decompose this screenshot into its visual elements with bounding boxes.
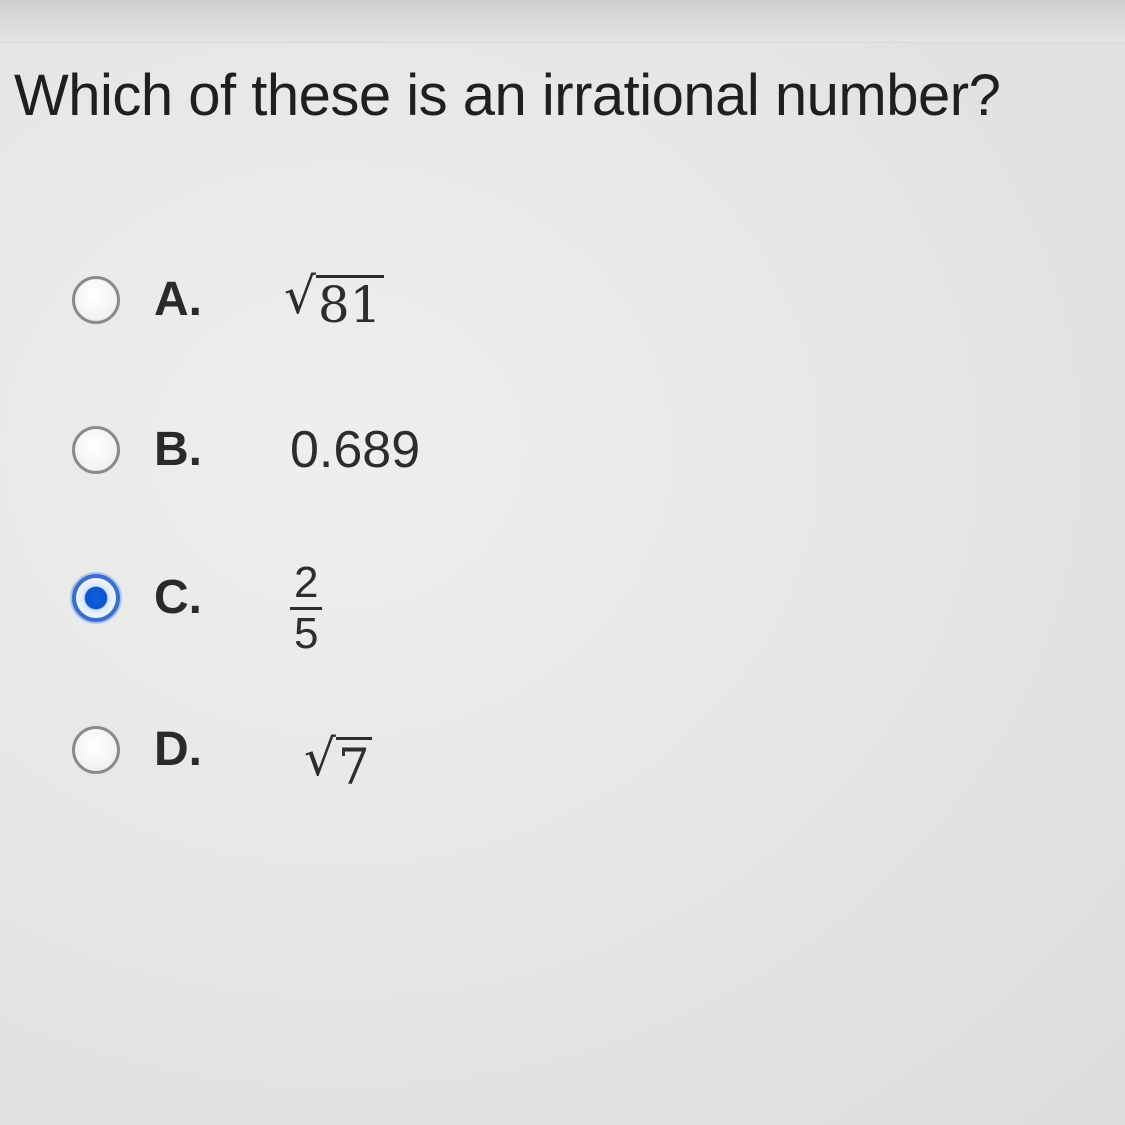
radicand: 7 bbox=[335, 737, 372, 796]
square-root: √ 81 bbox=[284, 271, 384, 330]
choice-value: √ 81 bbox=[284, 266, 384, 330]
radical-sign: √ bbox=[284, 267, 316, 325]
choice-letter: B. bbox=[154, 423, 202, 476]
choice-letter: A. bbox=[154, 273, 202, 326]
denominator: 5 bbox=[294, 609, 319, 658]
choice-value: 2 5 bbox=[290, 550, 323, 658]
radio-unchecked-icon[interactable] bbox=[72, 726, 120, 774]
square-root: √ 7 bbox=[304, 733, 372, 792]
choice-value: √ 7 bbox=[304, 728, 372, 792]
choice-a[interactable]: A. √ 81 bbox=[72, 271, 772, 356]
choice-d[interactable]: D. √ 7 bbox=[72, 723, 772, 806]
choice-c[interactable]: C. 2 5 bbox=[72, 561, 772, 656]
choice-letter: C. bbox=[154, 571, 202, 624]
choice-value: 0.689 bbox=[290, 421, 421, 479]
numerator: 2 bbox=[290, 561, 323, 610]
radio-checked-icon[interactable] bbox=[72, 574, 120, 622]
radical-sign: √ bbox=[304, 729, 336, 787]
radio-unchecked-icon[interactable] bbox=[72, 276, 120, 324]
choice-letter: D. bbox=[154, 723, 202, 776]
radio-unchecked-icon[interactable] bbox=[72, 426, 120, 474]
answer-choices: A. √ 81 B. 0.689 C. 2 5 D. √ 7 bbox=[0, 0, 1125, 1125]
fraction: 2 5 bbox=[290, 561, 323, 658]
radicand: 81 bbox=[315, 275, 384, 334]
choice-b[interactable]: B. 0.689 bbox=[72, 421, 772, 506]
